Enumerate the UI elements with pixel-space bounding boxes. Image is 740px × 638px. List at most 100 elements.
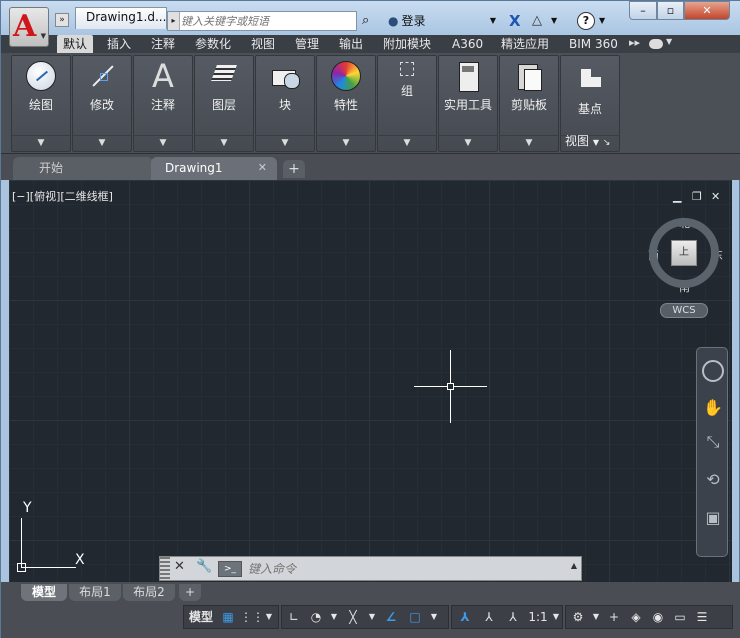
- chevron-down-icon[interactable]: ▼: [317, 138, 375, 148]
- binoculars-icon[interactable]: ⌕: [362, 11, 369, 31]
- drawing-canvas[interactable]: [−][俯视][二维线框] ▁ ❐ ✕ 北 西 东 南 上 WCS ✋ ⤡ ⟲ …: [9, 180, 732, 582]
- close-icon[interactable]: ✕: [258, 157, 267, 179]
- wcs-menu[interactable]: WCS: [660, 303, 708, 318]
- chevron-down-icon[interactable]: ▼: [599, 11, 605, 31]
- tab-featured-apps[interactable]: 精选应用: [495, 35, 555, 53]
- panel-layers[interactable]: 图层 ▼: [194, 55, 254, 152]
- customization-icon[interactable]: ☰: [692, 606, 712, 628]
- chevron-down-icon[interactable]: ▼: [256, 138, 314, 148]
- chevron-down-icon[interactable]: ▼: [439, 138, 497, 148]
- hardware-accel-icon[interactable]: ◈: [626, 606, 646, 628]
- object-snap-tracking-icon[interactable]: ∠: [380, 606, 402, 628]
- close-button[interactable]: ✕: [684, 1, 730, 20]
- panel-block[interactable]: 块 ▼: [255, 55, 315, 152]
- exchange-apps-icon[interactable]: X: [509, 11, 521, 31]
- grid-icon[interactable]: ▦: [218, 606, 238, 628]
- panel-annotation[interactable]: A 注释 ▼: [133, 55, 193, 152]
- isodraft-icon[interactable]: ╳: [342, 606, 364, 628]
- maximize-button[interactable]: ▫: [657, 1, 684, 20]
- tab-start[interactable]: 开始: [13, 157, 153, 180]
- model-space-button[interactable]: 模型: [186, 606, 216, 628]
- close-icon[interactable]: ✕: [174, 559, 185, 574]
- tab-insert[interactable]: 插入: [101, 35, 137, 53]
- gear-icon[interactable]: ⚙: [568, 606, 588, 628]
- clean-screen-icon[interactable]: ▭: [670, 606, 690, 628]
- command-input[interactable]: [248, 559, 570, 578]
- viewport-restore-icon[interactable]: ❐: [692, 190, 702, 203]
- dialog-launcher-icon[interactable]: ↘: [603, 138, 611, 148]
- tab-a360[interactable]: A360: [446, 35, 489, 53]
- panel-utilities[interactable]: 实用工具 ▼: [438, 55, 498, 152]
- tab-bim360[interactable]: BIM 360: [563, 35, 624, 53]
- annotation-visibility-icon[interactable]: ⅄: [454, 606, 476, 628]
- auto-scale-icon[interactable]: ⅄: [478, 606, 500, 628]
- isolate-objects-icon[interactable]: ◉: [648, 606, 668, 628]
- tab-layout2[interactable]: 布局2: [123, 584, 175, 601]
- tab-manage[interactable]: 管理: [289, 35, 325, 53]
- snap-icon[interactable]: ⋮⋮: [240, 606, 264, 628]
- panel-properties[interactable]: 特性 ▼: [316, 55, 376, 152]
- chevron-down-icon[interactable]: ▼: [12, 138, 70, 148]
- chevron-up-icon[interactable]: ▲: [571, 561, 577, 570]
- basepoint-label[interactable]: 基点: [561, 100, 619, 117]
- viewport-controls[interactable]: [−][俯视][二维线框]: [12, 188, 113, 204]
- tab-layout1[interactable]: 布局1: [69, 584, 121, 601]
- ribbon-minimize-icon[interactable]: [649, 39, 663, 49]
- document-title-tab[interactable]: Drawing1.d...: [75, 7, 167, 29]
- tab-drawing1[interactable]: Drawing1 ✕: [151, 157, 277, 180]
- search-box[interactable]: ▸: [167, 11, 357, 31]
- chevron-down-icon[interactable]: ▼: [366, 606, 378, 628]
- viewport-minimize-icon[interactable]: ▁: [673, 190, 681, 203]
- showmotion-icon[interactable]: ▣: [702, 508, 724, 530]
- application-menu-button[interactable]: A ▼: [9, 7, 49, 47]
- ortho-icon[interactable]: ∟: [284, 606, 304, 628]
- chevron-down-icon[interactable]: ▼: [378, 138, 436, 148]
- command-prompt-icon[interactable]: >_: [218, 561, 242, 577]
- tab-default[interactable]: 默认: [57, 35, 94, 53]
- tab-output[interactable]: 输出: [333, 35, 369, 53]
- pan-icon[interactable]: ✋: [702, 398, 724, 420]
- viewport-close-icon[interactable]: ✕: [711, 190, 720, 203]
- plus-icon[interactable]: +: [604, 606, 624, 628]
- viewcube-top-face[interactable]: 上: [671, 240, 697, 266]
- chevron-down-icon[interactable]: ▼: [328, 606, 340, 628]
- search-expand-icon[interactable]: ▸: [168, 12, 180, 30]
- search-input[interactable]: [181, 13, 351, 29]
- wrench-icon[interactable]: 🔧: [196, 559, 212, 574]
- panel-view-footer[interactable]: 视图 ▼ ↘: [565, 132, 610, 149]
- panel-view[interactable]: 基点 视图 ▼ ↘: [560, 55, 620, 152]
- quick-access-more-button[interactable]: »: [55, 13, 69, 27]
- chevron-down-icon[interactable]: ▼: [550, 606, 562, 628]
- tab-parametric[interactable]: 参数化: [189, 35, 237, 53]
- new-drawing-button[interactable]: +: [283, 160, 305, 178]
- steering-wheel-icon[interactable]: [702, 360, 724, 382]
- chevron-down-icon[interactable]: ▼: [500, 138, 558, 148]
- more-tabs-icon[interactable]: ▸▸: [629, 36, 640, 49]
- tab-model[interactable]: 模型: [21, 584, 67, 601]
- zoom-icon[interactable]: ⤡: [702, 432, 724, 454]
- tab-addins[interactable]: 附加模块: [377, 35, 437, 53]
- add-layout-button[interactable]: +: [179, 584, 201, 601]
- viewcube[interactable]: 上: [649, 218, 719, 288]
- panel-draw[interactable]: 绘图 ▼: [11, 55, 71, 152]
- panel-clipboard[interactable]: 剪贴板 ▼: [499, 55, 559, 152]
- orbit-icon[interactable]: ⟲: [702, 470, 724, 492]
- minimize-button[interactable]: –: [629, 1, 657, 20]
- polar-icon[interactable]: ◔: [306, 606, 326, 628]
- chevron-down-icon[interactable]: ▼: [428, 606, 440, 628]
- login-button[interactable]: ● 登录 ▼: [388, 11, 500, 31]
- chevron-down-icon[interactable]: ▼: [666, 37, 672, 46]
- object-snap-icon[interactable]: □: [404, 606, 426, 628]
- panel-modify[interactable]: 修改 ▼: [72, 55, 132, 152]
- chevron-down-icon[interactable]: ▼: [195, 138, 253, 148]
- chevron-down-icon[interactable]: ▼: [590, 606, 602, 628]
- chevron-down-icon[interactable]: ▼: [73, 138, 131, 148]
- chevron-down-icon[interactable]: ▼: [134, 138, 192, 148]
- tab-view[interactable]: 视图: [245, 35, 281, 53]
- command-line-grip[interactable]: [160, 557, 170, 580]
- a360-icon[interactable]: △: [532, 11, 542, 31]
- chevron-down-icon[interactable]: ▼: [551, 11, 557, 31]
- annotation-scale-value[interactable]: 1:1: [526, 606, 550, 628]
- panel-group[interactable]: 组 ▼: [377, 55, 437, 152]
- help-icon[interactable]: ?: [577, 12, 595, 30]
